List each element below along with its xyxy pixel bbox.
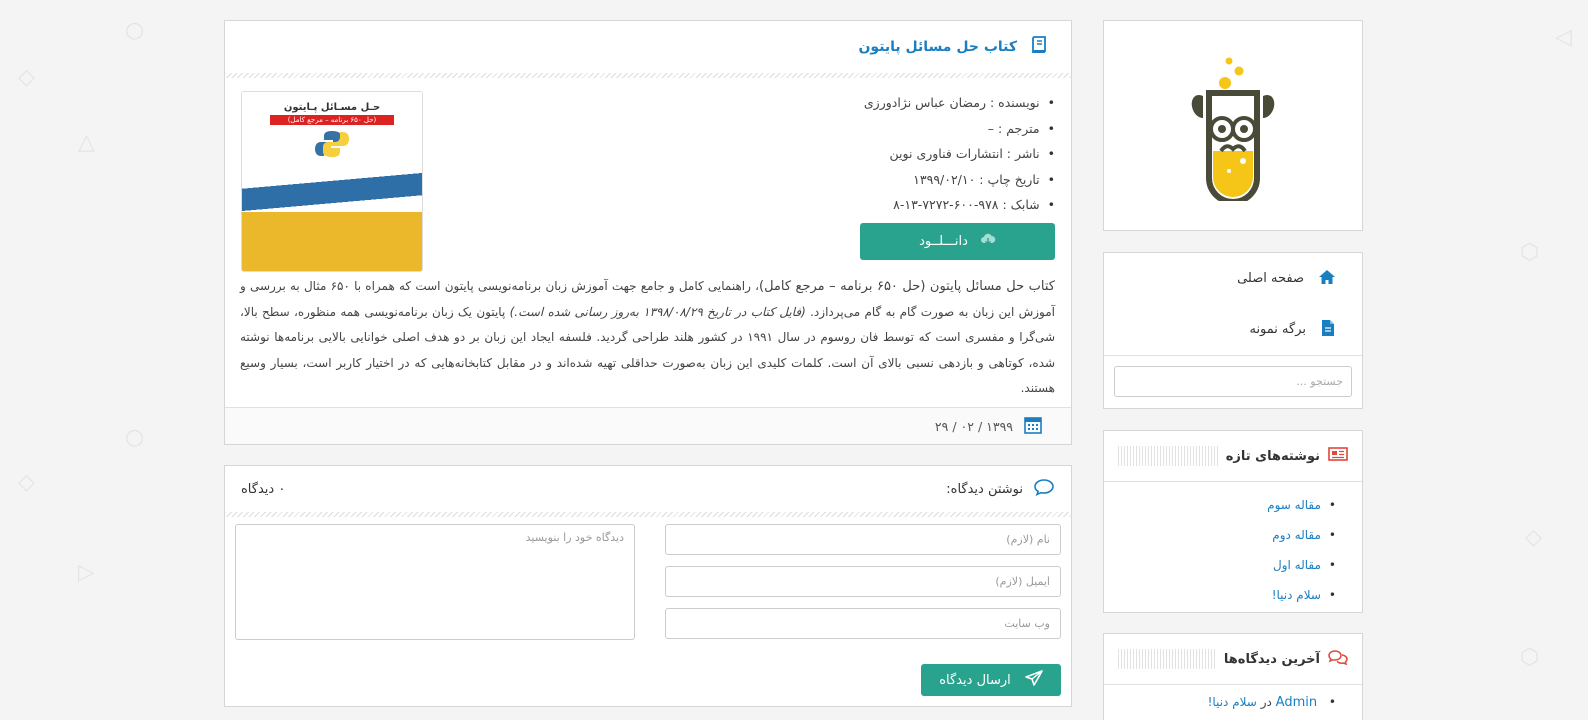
meta-author: نویسنده : رمضان عباس نژادورزی — [864, 90, 1055, 116]
post-description: کتاب حل مسائل پایتون (حل ۶۵۰ برنامه – مر… — [240, 274, 1055, 402]
background-triangle-shape: ◁ — [1555, 25, 1572, 50]
comment-post-link[interactable]: سلام دنیا! — [1208, 695, 1257, 709]
submit-comment-button[interactable]: ارسال دیدگاه — [921, 664, 1061, 696]
email-field[interactable] — [665, 566, 1061, 597]
post-title[interactable]: کتاب حل مسائل پایتون — [858, 39, 1017, 55]
widget-title-stripe — [1118, 446, 1218, 466]
list-item: مقاله اول — [1104, 550, 1336, 580]
background-hexagon-shape: ⬡ — [1520, 645, 1540, 670]
name-field[interactable] — [665, 524, 1061, 555]
recent-comments-title: آخرین دیدگاه‌ها — [1223, 651, 1320, 667]
list-item: سلام دنیا! — [1104, 580, 1336, 610]
search-input[interactable] — [1114, 366, 1352, 397]
cover-subtitle: (حل ۶۵۰ برنامه – مرجع کامل) — [270, 115, 394, 125]
cloud-download-icon — [980, 233, 996, 251]
cover-top: حـل مسـائل پـایتون (حل ۶۵۰ برنامه – مرجع… — [242, 92, 422, 172]
speech-bubble-icon — [1033, 478, 1055, 500]
cover-title: حـل مسـائل پـایتون — [283, 102, 381, 113]
book-meta-list: نویسنده : رمضان عباس نژادورزی مترجم : – … — [864, 90, 1055, 218]
navigation-widget: صفحه اصلی برگه نمونه — [1103, 252, 1363, 409]
home-icon — [1318, 269, 1336, 289]
post-footer: ۱۳۹۹ / ۰۲ / ۲۹ — [225, 407, 1071, 444]
comments-icon — [1328, 649, 1348, 669]
recent-comments-widget: آخرین دیدگاه‌ها Admin در سلام دنیا! — [1103, 633, 1363, 720]
recent-posts-header: نوشته‌های تازه — [1104, 431, 1362, 481]
comment-form-title: نوشتن دیدگاه: — [946, 481, 1023, 497]
book-icon — [1029, 35, 1049, 59]
nav-item-home[interactable]: صفحه اصلی — [1104, 253, 1362, 304]
background-triangle-shape: ▷ — [78, 560, 95, 585]
download-button[interactable]: دانـــلــود — [860, 223, 1055, 260]
calendar-icon — [1023, 415, 1043, 438]
website-field[interactable] — [665, 608, 1061, 639]
recent-post-link[interactable]: مقاله دوم — [1272, 528, 1321, 542]
cover-bottom — [242, 212, 422, 271]
meta-publish-date: تاریخ چاپ : ۱۳۹۹/۰۲/۱۰ — [864, 167, 1055, 193]
cover-wave — [242, 172, 422, 212]
recent-posts-title: نوشته‌های تازه — [1225, 448, 1320, 464]
description-lead: کتاب حل مسائل پایتون (حل ۶۵۰ برنامه – مر… — [759, 279, 1055, 294]
newspaper-icon — [1328, 446, 1348, 466]
download-label: دانـــلــود — [919, 234, 968, 249]
background-diamond-shape: ◇ — [18, 65, 35, 90]
recent-posts-widget: نوشته‌های تازه مقاله سوم مقاله دوم مقاله… — [1103, 430, 1363, 613]
recent-comments-list: Admin در سلام دنیا! — [1104, 685, 1362, 718]
book-cover-image[interactable]: حـل مسـائل پـایتون (حل ۶۵۰ برنامه – مرجع… — [241, 91, 423, 272]
background-hexagon-shape: ⬡ — [1520, 240, 1540, 265]
file-icon — [1320, 319, 1336, 341]
submit-comment-label: ارسال دیدگاه — [939, 672, 1011, 688]
search-wrapper — [1104, 355, 1362, 407]
comment-form-header: نوشتن دیدگاه: ۰ دیدگاه — [225, 466, 1071, 512]
header-divider — [225, 73, 1071, 78]
comment-form-card: نوشتن دیدگاه: ۰ دیدگاه ارسال دیدگاه — [224, 465, 1072, 707]
comment-textarea[interactable] — [235, 524, 635, 640]
comment-header-divider — [225, 512, 1071, 517]
nav-item-sample-page[interactable]: برگه نمونه — [1104, 304, 1362, 355]
python-logo-icon — [315, 131, 349, 157]
background-triangle-shape: △ — [78, 130, 95, 155]
post-date: ۱۳۹۹ / ۰۲ / ۲۹ — [934, 418, 1013, 434]
list-item: Admin در سلام دنیا! — [1104, 687, 1336, 718]
scientist-logo-icon[interactable] — [1183, 51, 1283, 201]
background-diamond-shape: ◇ — [18, 470, 35, 495]
nav-label-sample-page: برگه نمونه — [1249, 322, 1306, 337]
background-circle-shape: ○ — [125, 425, 145, 450]
recent-posts-list: مقاله سوم مقاله دوم مقاله اول سلام دنیا! — [1104, 482, 1362, 610]
recent-post-link[interactable]: مقاله اول — [1273, 558, 1321, 572]
description-update-note: (فایل کتاب در تاریخ ۱۳۹۸/۰۸/۲۹ به‌روز رس… — [509, 304, 806, 319]
post-card: کتاب حل مسائل پایتون نویسنده : رمضان عبا… — [224, 20, 1072, 445]
nav-label-home: صفحه اصلی — [1237, 271, 1304, 286]
recent-post-link[interactable]: سلام دنیا! — [1272, 588, 1321, 602]
site-logo-box — [1103, 20, 1363, 231]
recent-comments-header: آخرین دیدگاه‌ها — [1104, 634, 1362, 684]
comment-count: ۰ دیدگاه — [241, 481, 286, 497]
comment-author-link[interactable]: Admin — [1276, 695, 1317, 710]
meta-publisher: ناشر : انتشارات فناوری نوین — [864, 141, 1055, 167]
comment-form-title-group: نوشتن دیدگاه: — [946, 478, 1055, 500]
widget-title-stripe — [1118, 649, 1216, 669]
background-circle-shape: ○ — [125, 18, 145, 43]
meta-isbn: شابک : ۹۷۸-۶۰۰-۷۲۷۲-۱۳-۸ — [864, 192, 1055, 218]
comment-connector: در — [1260, 695, 1272, 709]
meta-translator: مترجم : – — [864, 116, 1055, 142]
background-diamond-shape: ◇ — [1525, 525, 1542, 550]
list-item: مقاله دوم — [1104, 520, 1336, 550]
post-header: کتاب حل مسائل پایتون — [225, 21, 1071, 73]
list-item: مقاله سوم — [1104, 490, 1336, 520]
paper-plane-icon — [1024, 670, 1043, 690]
recent-post-link[interactable]: مقاله سوم — [1267, 498, 1321, 512]
